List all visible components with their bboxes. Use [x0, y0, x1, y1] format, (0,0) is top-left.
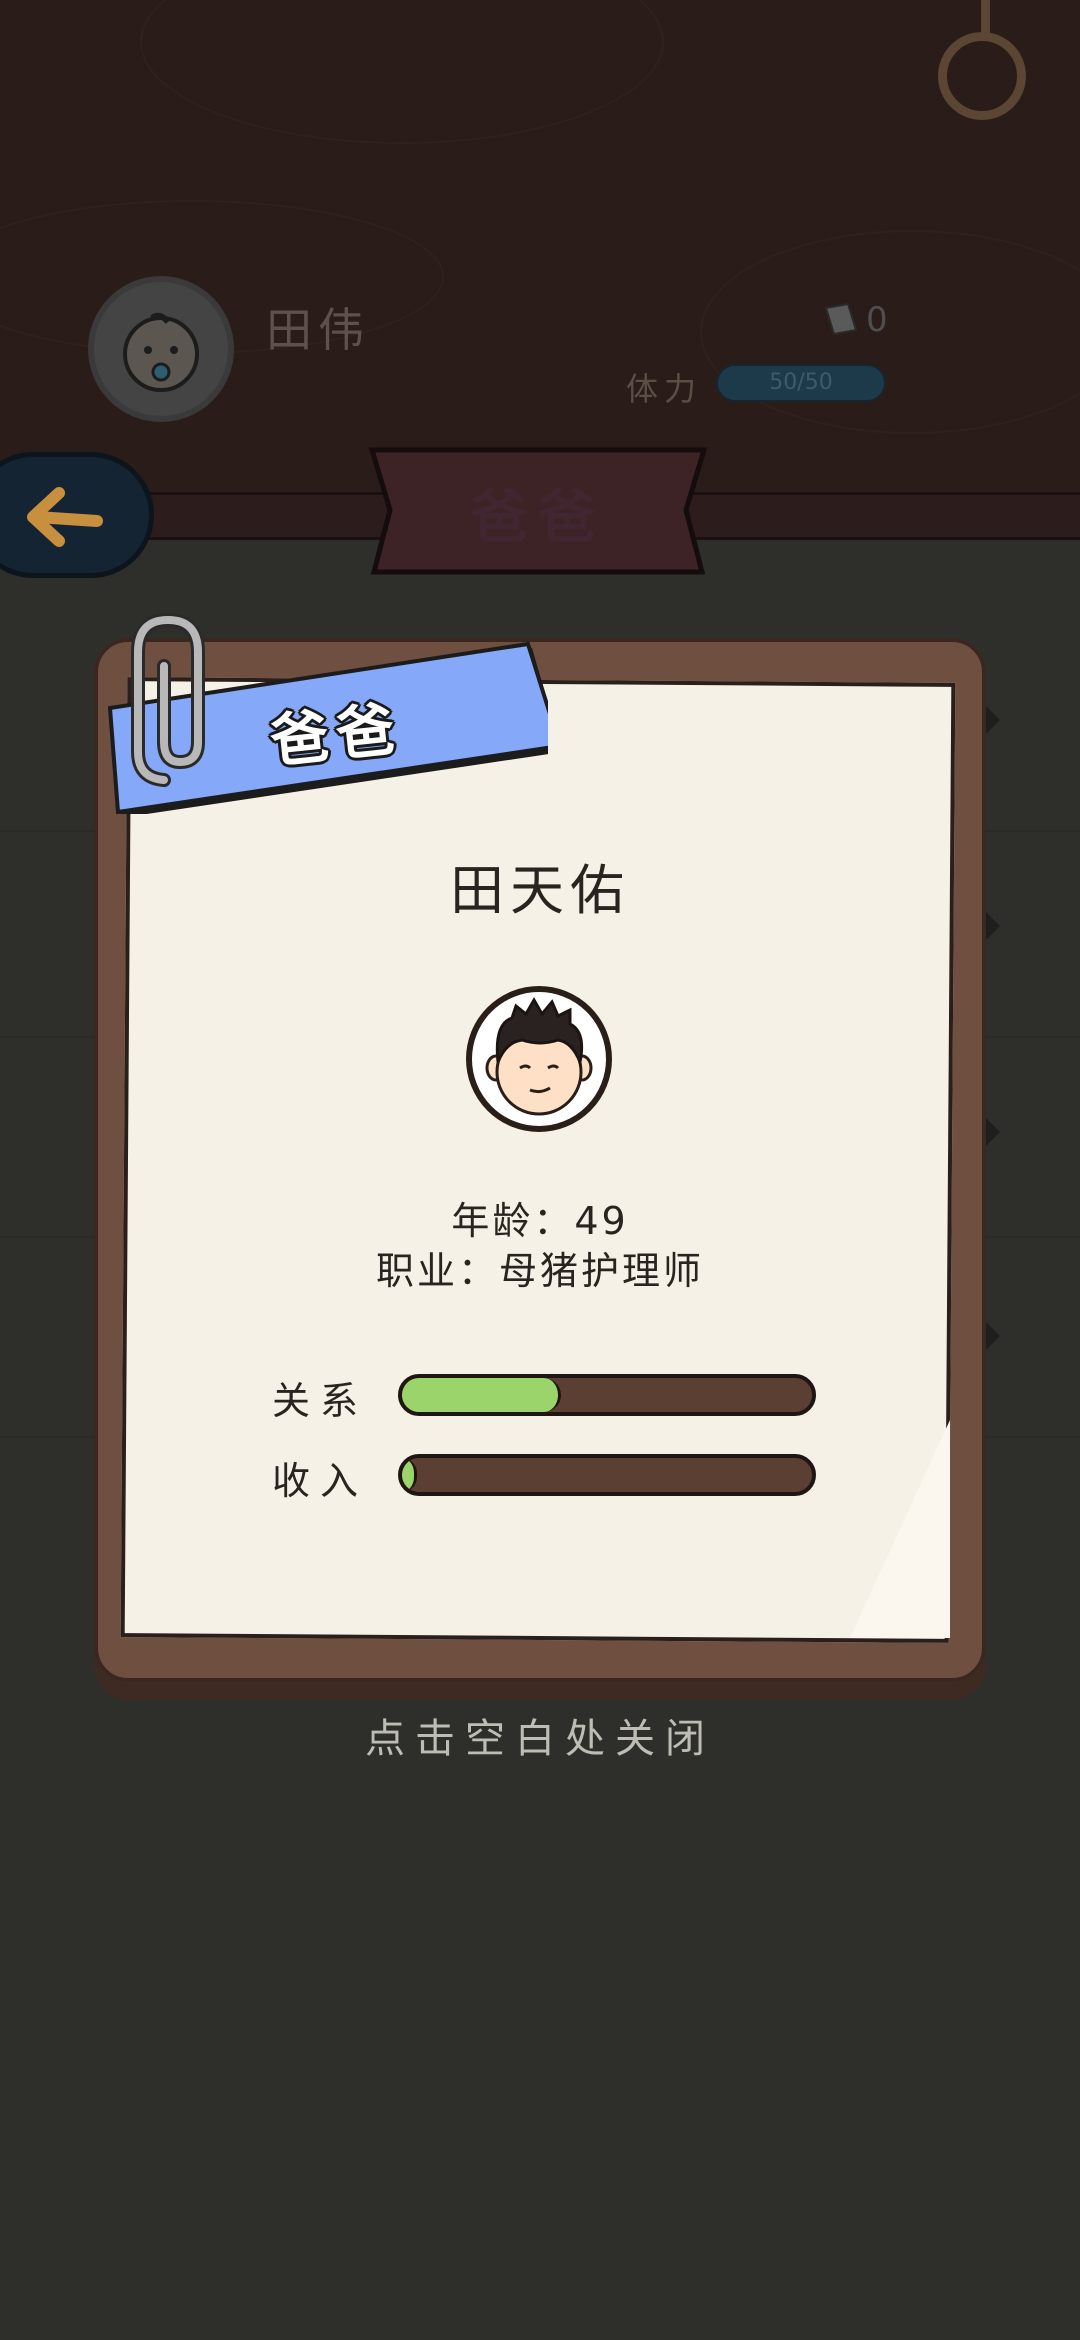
income-fill [402, 1458, 418, 1492]
character-info: 年龄：49 职业：母猪护理师 [300, 1196, 780, 1296]
job-line: 职业：母猪护理师 [375, 1249, 704, 1293]
ticket-icon [824, 302, 858, 336]
back-button[interactable] [0, 452, 154, 578]
screen-title: 爸爸 [469, 483, 606, 551]
income-bar [398, 1454, 816, 1496]
stamina-value: 50/50 [769, 370, 833, 395]
list-arrow-icon [986, 912, 1000, 940]
close-hint[interactable]: 点击空白处关闭 [0, 1706, 1080, 1764]
stamina-bar: 50/50 [716, 364, 886, 402]
list-arrow-icon [986, 1118, 1000, 1146]
background-header [0, 0, 1080, 520]
list-arrow-icon [986, 1322, 1000, 1350]
hook-ring-icon [938, 32, 1026, 120]
player-avatar[interactable] [88, 276, 234, 422]
relationship-label: 关系 [272, 1379, 369, 1423]
back-arrow-icon [27, 487, 103, 547]
player-name: 田伟 [266, 303, 370, 357]
relationship-bar [398, 1374, 816, 1416]
profile-paper [120, 677, 956, 1643]
list-arrow-icon [986, 706, 1000, 734]
paperclip-icon [131, 612, 205, 787]
father-avatar-icon [466, 986, 612, 1132]
income-label: 收入 [272, 1459, 369, 1503]
relationship-fill [402, 1378, 561, 1412]
character-name: 田天佑 [450, 859, 630, 922]
ticket-count: 0 [866, 300, 888, 340]
baby-avatar-icon [123, 312, 199, 392]
screen-title-banner: 爸爸 [366, 444, 710, 578]
age-line: 年龄：49 [451, 1199, 629, 1243]
stamina-label: 体力 [626, 370, 703, 408]
